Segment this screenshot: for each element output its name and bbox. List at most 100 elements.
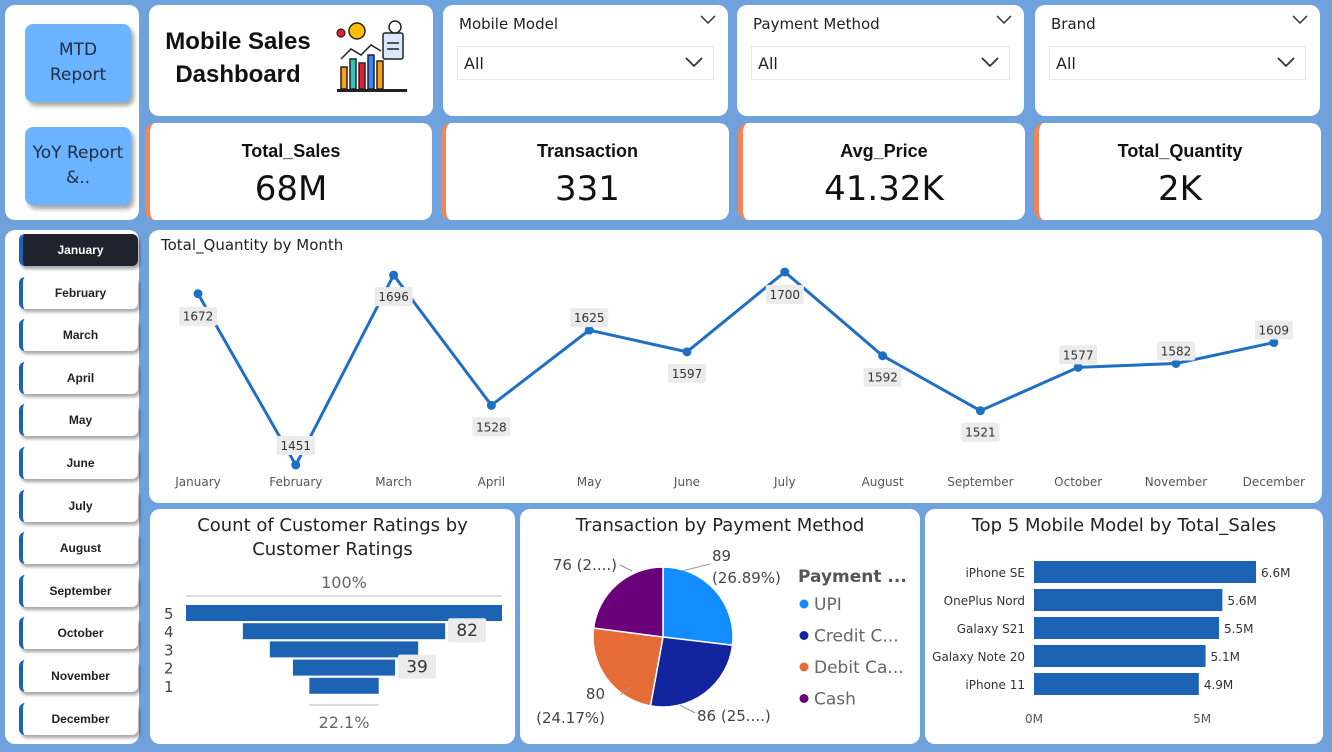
- month-button-october[interactable]: October: [19, 617, 138, 650]
- data-point: [780, 267, 790, 277]
- quantity-series-line: [196, 270, 1275, 469]
- x-tick-label: May: [577, 475, 602, 489]
- kpi-value: 331: [555, 169, 620, 209]
- chevron-down-icon: [1277, 57, 1295, 68]
- kpi-value: 68M: [254, 169, 328, 209]
- kpi-total-quantity: Total_Quantity 2K: [1034, 123, 1321, 220]
- funnel-data-label: 39: [398, 654, 437, 679]
- x-tick-label: April: [478, 475, 505, 489]
- svg-text:1700: 1700: [770, 288, 801, 302]
- svg-text:39: 39: [406, 658, 428, 678]
- mtd-report-button[interactable]: MTD Report: [25, 24, 131, 102]
- leader-line: [619, 564, 633, 572]
- x-tick-label: September: [947, 475, 1013, 489]
- legend-marker: [799, 631, 809, 640]
- yoy-report-button[interactable]: YoY Report &..: [25, 127, 131, 205]
- month-button-march[interactable]: March: [19, 319, 138, 352]
- data-label: 1451: [276, 436, 315, 455]
- data-label: 1521: [961, 422, 1000, 442]
- pie-legend-title: Payment ...: [798, 567, 907, 587]
- slicer-label: Payment Method: [753, 15, 880, 33]
- funnel-bar: [292, 659, 396, 676]
- bar-category-label: Galaxy Note 20: [932, 650, 1025, 664]
- line-chart: 1672 January 1451 February 1696 March 1528 Apri…: [174, 267, 1305, 489]
- slicer-value: All: [758, 54, 778, 73]
- x-tick-label: October: [1054, 475, 1102, 489]
- bar-category-label: iPhone 11: [965, 678, 1025, 692]
- month-button-july[interactable]: July: [19, 489, 138, 522]
- data-label: 1700: [765, 285, 804, 304]
- x-tick-label: June: [673, 475, 700, 489]
- svg-text:1609: 1609: [1259, 324, 1290, 338]
- kpi-total-sales: Total_Sales 68M: [145, 123, 432, 220]
- legend-label: Credit C...: [814, 627, 899, 647]
- bar-value-label: 5.1M: [1211, 650, 1240, 664]
- svg-text:1451: 1451: [281, 439, 312, 453]
- bar-value-label: 6.6M: [1261, 566, 1290, 580]
- data-label: 1597: [668, 363, 706, 383]
- kpi-avg-price: Avg_Price 41.32K: [738, 123, 1025, 220]
- brand-slicer: Brand All: [1035, 5, 1320, 116]
- data-label: 1528: [472, 417, 511, 437]
- x-tick-label: July: [773, 475, 796, 489]
- mobile-model-dropdown[interactable]: All: [457, 46, 714, 80]
- funnel-category-label: 5: [164, 605, 174, 623]
- x-tick-label: 0M: [1025, 712, 1043, 726]
- bar-chart: iPhone SE 6.6M OnePlus Nord 5.6M Galaxy S21 5…: [932, 561, 1290, 726]
- sales-analytics-icon: [336, 20, 407, 92]
- bar-category-label: OnePlus Nord: [944, 594, 1025, 608]
- mobile-model-slicer: Mobile Model All: [443, 5, 728, 116]
- month-button-june[interactable]: June: [19, 447, 138, 479]
- top-models-panel: Top 5 Mobile Model by Total_Sales iPhone…: [925, 509, 1323, 744]
- svg-text:82: 82: [456, 621, 478, 641]
- slicer-value: All: [464, 54, 484, 73]
- funnel-category-label: 3: [164, 641, 174, 659]
- data-point: [682, 347, 692, 357]
- month-button-may[interactable]: May: [19, 404, 138, 437]
- ratings-funnel-panel: Count of Customer Ratings by Customer Ra…: [150, 509, 515, 744]
- data-point: [193, 289, 203, 299]
- bar-value-label: 4.9M: [1204, 678, 1233, 692]
- bar-category-label: iPhone SE: [965, 566, 1025, 580]
- bar-value-label: 5.6M: [1227, 594, 1256, 608]
- bar-value-label: 5.5M: [1224, 622, 1253, 636]
- funnel-bottom-label: 22.1%: [319, 713, 370, 732]
- funnel-category-label: 1: [164, 678, 174, 696]
- yoy-report-label: YoY Report &..: [32, 143, 124, 188]
- svg-text:1582: 1582: [1161, 344, 1192, 358]
- data-label: 1609: [1254, 320, 1293, 340]
- month-button-november[interactable]: November: [19, 660, 138, 692]
- pie-data-label: (26.89%): [712, 569, 781, 587]
- data-point: [291, 460, 301, 470]
- funnel-category-label: 2: [164, 660, 174, 678]
- funnel-top-label: 100%: [321, 573, 367, 592]
- x-tick-label: November: [1145, 475, 1207, 489]
- payment-method-dropdown[interactable]: All: [751, 46, 1010, 80]
- pie-slice-credit-c: [649, 636, 734, 708]
- month-button-january[interactable]: January: [19, 234, 138, 266]
- pie-data-label: (24.17%): [536, 709, 605, 727]
- x-tick-label: 5M: [1193, 712, 1211, 726]
- month-button-february[interactable]: February: [19, 276, 138, 309]
- chevron-down-icon[interactable]: [1292, 15, 1308, 25]
- legend-label: Debit Ca...: [814, 658, 904, 678]
- svg-text:1528: 1528: [476, 420, 507, 434]
- month-button-april[interactable]: April: [19, 361, 138, 394]
- pie-data-label: 76 (2....): [553, 556, 617, 574]
- month-button-september[interactable]: September: [19, 574, 138, 607]
- x-tick-label: March: [375, 475, 412, 489]
- month-button-august[interactable]: August: [19, 532, 138, 565]
- x-tick-label: January: [174, 475, 221, 489]
- bar-category-label: Galaxy S21: [957, 622, 1025, 636]
- pie-data-label: 86 (25....): [697, 707, 771, 725]
- month-button-december[interactable]: December: [19, 702, 138, 735]
- kpi-label: Total_Sales: [241, 141, 341, 161]
- mtd-report-label: MTD Report: [49, 40, 107, 85]
- legend-label: Cash: [814, 690, 856, 710]
- chevron-down-icon[interactable]: [700, 15, 716, 25]
- title-line-1: Mobile Sales: [165, 28, 311, 55]
- brand-dropdown[interactable]: All: [1049, 46, 1306, 80]
- chevron-down-icon[interactable]: [996, 15, 1012, 25]
- kpi-label: Avg_Price: [840, 141, 928, 161]
- slicer-label: Brand: [1051, 15, 1096, 33]
